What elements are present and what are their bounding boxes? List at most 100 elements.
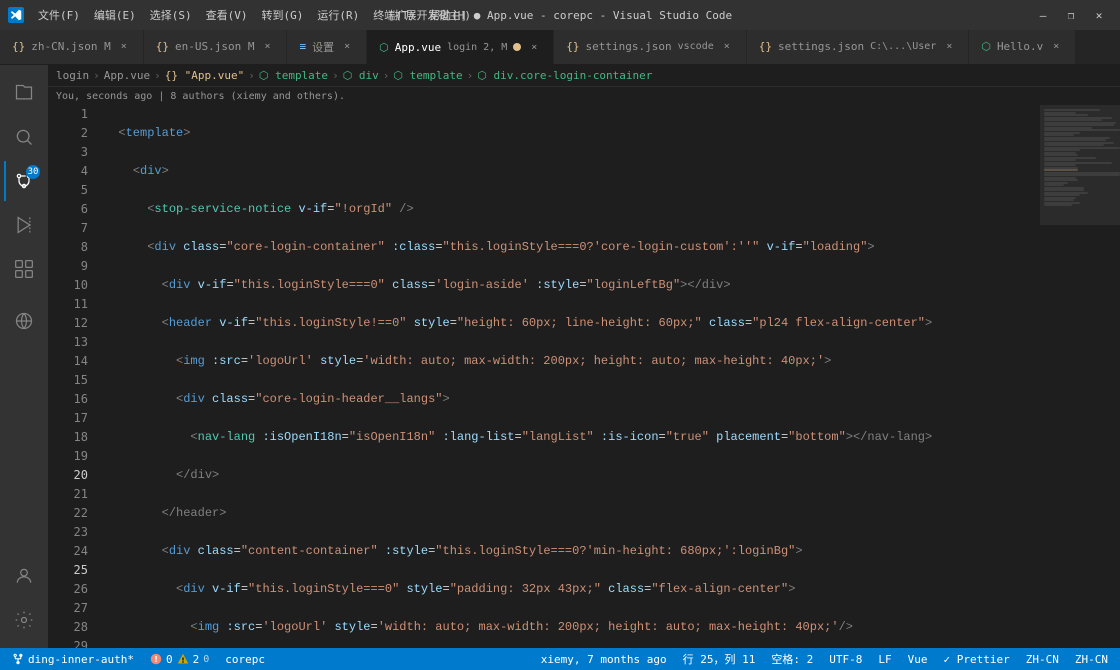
code-line-9: <nav-lang :isOpenI18n="isOpenI18n" :lang… [100,428,1040,447]
vscode-logo [8,7,24,23]
activity-remote[interactable] [4,301,44,341]
tab-close-icon[interactable]: × [527,40,541,54]
tab-modified-dot [513,43,521,51]
tab-icon-json: {} [156,40,169,53]
tab-settings-json-vscode[interactable]: {} settings.json vscode × [554,30,746,64]
status-bar-right: xiemy, 7 months ago 行 25，列 11 空格: 2 UTF-… [537,648,1112,670]
tab-icon-json: {} [12,40,25,53]
tab-label: settings.json [778,40,864,53]
tab-label: zh-CN.json M [31,40,110,53]
status-project[interactable]: corepc [221,648,269,670]
code-line-6: <header v-if="this.loginStyle!==0" style… [100,314,1040,333]
code-line-14: <img :src='logoUrl' style='width: auto; … [100,618,1040,637]
window-title: [扩展开发宿主] ● App.vue - corepc - Visual Stu… [388,7,732,23]
tab-hellov[interactable]: ⬡ Hello.v × [969,30,1076,64]
status-locale[interactable]: ZH-CN [1022,648,1063,670]
code-line-11: </header> [100,504,1040,523]
status-locale-right[interactable]: ZH-CN [1071,648,1112,670]
activity-extensions[interactable] [4,249,44,289]
activity-search[interactable] [4,117,44,157]
menu-file[interactable]: 文件(F) [32,5,86,25]
activity-run[interactable] [4,205,44,245]
bc-template2[interactable]: ⬡ template [393,69,462,82]
git-user: xiemy, 7 months ago [541,653,667,666]
indent-spaces: 空格: 2 [771,651,813,667]
code-content[interactable]: <template> <div> <stop-service-notice v-… [96,105,1040,648]
file-encoding: UTF-8 [829,653,862,666]
status-language[interactable]: Vue [904,648,932,670]
tab-icon-vue: ⬡ [379,41,389,54]
tab-zh-cn[interactable]: {} zh-CN.json M × [0,30,144,64]
bc-appvue-str[interactable]: {} "App.vue" [165,69,244,82]
code-line-3: <stop-service-notice v-if="!orgId" /> [100,200,1040,219]
menu-goto[interactable]: 转到(G) [256,5,310,25]
code-editor[interactable]: 1 2 3 4 5 6 7 8 9 10 11 12 13 14 15 16 1… [48,105,1120,648]
window-controls: — ❐ ✕ [1030,5,1112,25]
source-control-badge: 30 [26,165,40,179]
status-errors[interactable]: 0 2 0 [146,648,213,670]
tab-settings[interactable]: ≡ 设置 × [287,30,367,64]
status-branch[interactable]: ding-inner-auth* [8,648,138,670]
menu-edit[interactable]: 编辑(E) [88,5,142,25]
error-count: 0 [166,653,173,666]
tab-close-icon[interactable]: × [942,40,956,54]
status-git-user[interactable]: xiemy, 7 months ago [537,648,671,670]
tab-icon-settings: ≡ [299,40,306,53]
tab-app-vue[interactable]: ⬡ App.vue login 2, M × [367,30,554,64]
bc-div-core[interactable]: ⬡ div.core-login-container [477,69,652,82]
formatter-name: ✓ Prettier [944,653,1010,666]
language-mode: Vue [908,653,928,666]
menu-select[interactable]: 选择(S) [144,5,198,25]
code-line-1: <template> [100,124,1040,143]
line-ending: LF [878,653,891,666]
tab-subtitle: login 2, M [447,42,507,53]
activity-explorer[interactable] [4,73,44,113]
tab-path: C:\...\User [870,41,936,52]
tab-close-icon[interactable]: × [1049,40,1063,54]
tab-en-us[interactable]: {} en-US.json M × [144,30,288,64]
project-name: corepc [225,653,265,666]
code-line-4: <div class="core-login-container" :class… [100,238,1040,257]
menu-run[interactable]: 运行(R) [311,5,365,25]
tab-label: settings.json [586,40,672,53]
tab-icon-vue: ⬡ [981,40,991,53]
line-numbers: 1 2 3 4 5 6 7 8 9 10 11 12 13 14 15 16 1… [48,105,96,648]
activity-bar: 30 [0,65,48,648]
minimap-content [1040,105,1120,648]
status-formatter[interactable]: ✓ Prettier [940,648,1014,670]
status-bar-left: ding-inner-auth* 0 2 0 corepc [8,648,269,670]
minimize-button[interactable]: — [1030,5,1056,25]
tab-close-icon[interactable]: × [340,40,354,54]
bc-appvue[interactable]: App.vue [104,69,150,82]
tab-close-icon[interactable]: × [260,40,274,54]
activity-source-control[interactable]: 30 [4,161,44,201]
tab-bar: {} zh-CN.json M × {} en-US.json M × ≡ 设置… [0,30,1120,65]
status-line-ending[interactable]: LF [874,648,895,670]
status-spaces[interactable]: 空格: 2 [767,648,817,670]
menu-view[interactable]: 查看(V) [200,5,254,25]
status-position[interactable]: 行 25，列 11 [679,648,760,670]
bc-div[interactable]: ⬡ div [343,69,379,82]
tab-label: Hello.v [997,40,1043,53]
close-button[interactable]: ✕ [1086,5,1112,25]
activity-gear[interactable] [4,600,44,640]
status-bar: ding-inner-auth* 0 2 0 corepc xiemy, 7 m… [0,648,1120,670]
bc-login[interactable]: login [56,69,89,82]
status-encoding[interactable]: UTF-8 [825,648,866,670]
code-line-5: <div v-if="this.loginStyle===0" class='l… [100,276,1040,295]
locale-right: ZH-CN [1075,653,1108,666]
title-bar: 文件(F) 编辑(E) 选择(S) 查看(V) 转到(G) 运行(R) 终端(T… [0,0,1120,30]
tab-settings-json-user[interactable]: {} settings.json C:\...\User × [747,30,970,64]
maximize-button[interactable]: ❐ [1058,5,1084,25]
locale-left: ZH-CN [1026,653,1059,666]
tab-close-icon[interactable]: × [720,40,734,54]
activity-accounts[interactable] [4,556,44,596]
code-line-10: </div> [100,466,1040,485]
tab-close-icon[interactable]: × [117,40,131,54]
tab-label: en-US.json M [175,40,254,53]
tab-label: App.vue [395,41,441,54]
bc-template[interactable]: ⬡ template [259,69,328,82]
code-line-2: <div> [100,162,1040,181]
code-line-13: <div v-if="this.loginStyle===0" style="p… [100,580,1040,599]
tab-icon-json: {} [566,40,579,53]
